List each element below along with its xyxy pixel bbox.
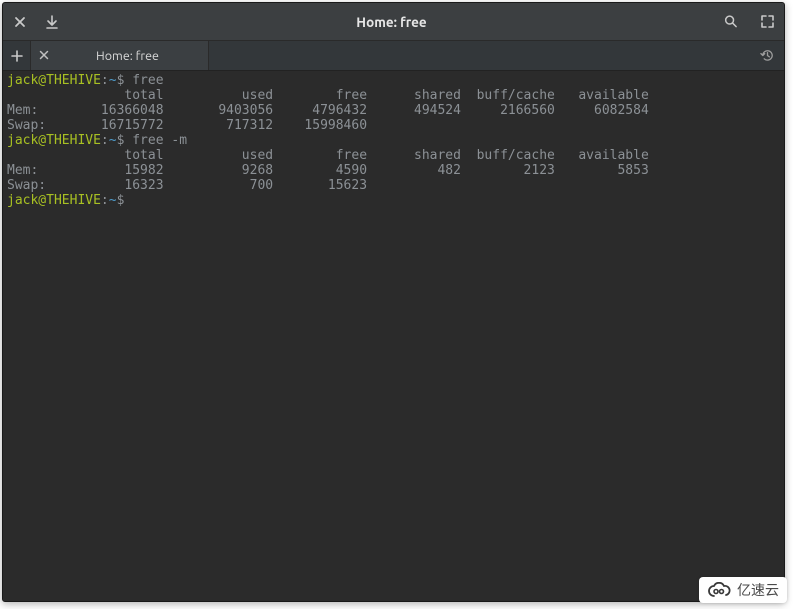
tab-bar: Home: free	[3, 41, 784, 71]
search-icon[interactable]	[724, 15, 738, 29]
tabbar-spacer	[209, 41, 750, 70]
titlebar-left-controls	[13, 15, 59, 29]
new-tab-button[interactable]	[3, 41, 31, 70]
window-titlebar: Home: free	[3, 3, 784, 41]
fullscreen-icon[interactable]	[760, 15, 774, 29]
terminal-window: Home: free Home: free jack@THEHIVE:~$ fr…	[2, 2, 785, 602]
terminal-output[interactable]: jack@THEHIVE:~$ free total used free sha…	[3, 71, 784, 601]
tab-label: Home: free	[57, 49, 198, 63]
tab-home-free[interactable]: Home: free	[31, 41, 209, 70]
cloud-icon	[707, 582, 731, 598]
titlebar-right-controls	[724, 15, 774, 29]
watermark-text: 亿速云	[737, 580, 779, 600]
download-icon[interactable]	[45, 15, 59, 29]
close-tab-icon[interactable]	[39, 49, 49, 63]
history-icon[interactable]	[750, 41, 784, 70]
watermark-badge: 亿速云	[699, 577, 787, 603]
window-title: Home: free	[59, 14, 724, 30]
close-window-icon[interactable]	[13, 15, 27, 29]
